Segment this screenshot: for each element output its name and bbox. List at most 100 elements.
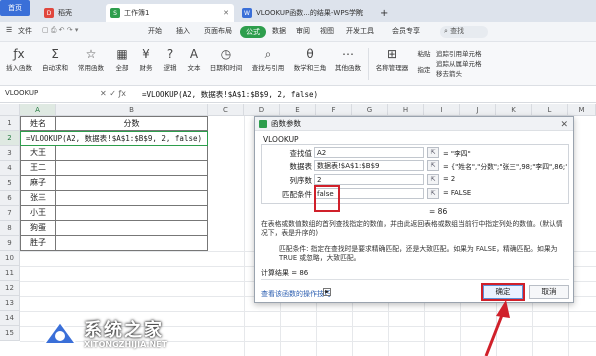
other-functions-button[interactable]: ⋯ 其他函数 xyxy=(330,46,366,72)
logic-button[interactable]: ? 逻辑 xyxy=(158,46,182,72)
math-button[interactable]: θ 数学和三角 xyxy=(290,46,330,72)
row-header[interactable]: 2 xyxy=(0,131,20,146)
home-tab[interactable]: 首页 xyxy=(0,0,30,16)
menu-file[interactable]: 文件 xyxy=(18,26,32,36)
name-manager-button[interactable]: ⊞ 名称管理器 xyxy=(372,46,412,72)
row-header[interactable]: 13 xyxy=(0,296,20,311)
cell-B4[interactable] xyxy=(56,161,208,176)
row-header[interactable]: 9 xyxy=(0,236,20,251)
trace-precedents-button[interactable]: 追踪引用单元格 xyxy=(436,48,496,58)
tab-workbook[interactable]: S 工作簿1 ✕ xyxy=(106,4,234,22)
new-tab-button[interactable]: + xyxy=(376,4,390,22)
range-select-icon[interactable]: ⇱ xyxy=(427,160,439,171)
col-header[interactable]: F xyxy=(316,104,352,116)
menu-view[interactable]: 视图 xyxy=(320,26,334,36)
all-functions-button[interactable]: ▦ 全部 xyxy=(110,46,134,72)
lookup-button[interactable]: ⌕ 查找与引用 xyxy=(248,46,288,72)
cell-A1[interactable]: 姓名 xyxy=(20,116,56,131)
cell-A7[interactable]: 小王 xyxy=(20,206,56,221)
range-select-icon[interactable]: ⇱ xyxy=(427,188,439,199)
cell-B8[interactable] xyxy=(56,221,208,236)
finance-button[interactable]: ¥ 财务 xyxy=(134,46,158,72)
row-header[interactable]: 5 xyxy=(0,176,20,191)
menu-layout[interactable]: 页面布局 xyxy=(204,26,232,36)
dialog-title-bar[interactable]: 函数参数 ✕ xyxy=(255,117,573,131)
col-header[interactable]: D xyxy=(244,104,280,116)
menu-review[interactable]: 审阅 xyxy=(296,26,310,36)
video-icon[interactable]: ▶ xyxy=(323,288,331,296)
col-header[interactable]: K xyxy=(496,104,532,116)
col-header[interactable]: J xyxy=(460,104,496,116)
tab-web[interactable]: W VLOOKUP函数...的结果-WPS学院 ✕ xyxy=(238,4,366,22)
cell-A4[interactable]: 王二 xyxy=(20,161,56,176)
paste-button[interactable]: 粘贴 xyxy=(414,48,434,58)
table-array-input[interactable]: 数据表!$A$1:$B$9 xyxy=(314,160,424,171)
trace-dependents-button[interactable]: 追踪从属单元格 xyxy=(436,58,496,68)
cell-B9[interactable] xyxy=(56,236,208,251)
cell-B6[interactable] xyxy=(56,191,208,206)
formula-bar-icons[interactable]: ✕ ✓ ƒx xyxy=(100,89,126,98)
row-header[interactable]: 12 xyxy=(0,281,20,296)
menu-insert[interactable]: 插入 xyxy=(176,26,190,36)
col-index-input[interactable]: 2 xyxy=(314,174,424,185)
common-functions-button[interactable]: ☆ 常用函数 xyxy=(72,46,110,72)
col-header[interactable]: B xyxy=(56,104,208,116)
col-header[interactable]: H xyxy=(388,104,424,116)
menu-member[interactable]: 会员专享 xyxy=(392,26,420,36)
tab-label: 稻壳 xyxy=(58,9,72,17)
help-link[interactable]: 查看该函数的操作技巧 xyxy=(261,289,331,299)
row-header[interactable]: 1 xyxy=(0,116,20,131)
menu-dev[interactable]: 开发工具 xyxy=(346,26,374,36)
formula-content[interactable]: =VLOOKUP(A2, 数据表!$A$1:$B$9, 2, false) xyxy=(142,89,318,100)
remove-arrows-button[interactable]: 移去箭头 xyxy=(436,68,496,78)
cell-A5[interactable]: 麻子 xyxy=(20,176,56,191)
cell-B1[interactable]: 分数 xyxy=(56,116,208,131)
range-select-icon[interactable]: ⇱ xyxy=(427,174,439,185)
col-header[interactable]: E xyxy=(280,104,316,116)
range-select-icon[interactable]: ⇱ xyxy=(427,147,439,158)
quick-access-icons[interactable]: ▢ ⎙ ↶ ↷ ▾ xyxy=(42,26,78,35)
close-icon[interactable]: ✕ xyxy=(355,9,361,17)
cell-A8[interactable]: 狗蛋 xyxy=(20,221,56,236)
cell-B7[interactable] xyxy=(56,206,208,221)
row-header[interactable]: 8 xyxy=(0,221,20,236)
row-header[interactable]: 6 xyxy=(0,191,20,206)
col-header[interactable]: M xyxy=(568,104,596,116)
row-header[interactable]: 14 xyxy=(0,311,20,326)
insert-function-button[interactable]: ƒx 插入函数 xyxy=(2,46,36,72)
cell-A6[interactable]: 张三 xyxy=(20,191,56,206)
menu-data[interactable]: 数据 xyxy=(272,26,286,36)
cell-A9[interactable]: 胜子 xyxy=(20,236,56,251)
row-header[interactable]: 7 xyxy=(0,206,20,221)
autosum-button[interactable]: Σ 自动求和 xyxy=(38,46,72,72)
col-header[interactable]: G xyxy=(352,104,388,116)
col-header[interactable]: A xyxy=(20,104,56,116)
row-header[interactable]: 3 xyxy=(0,146,20,161)
close-icon[interactable]: ✕ xyxy=(223,9,229,17)
cell-B3[interactable] xyxy=(56,146,208,161)
corner-cell[interactable] xyxy=(0,104,20,116)
cell-A3[interactable]: 大王 xyxy=(20,146,56,161)
cell-A2-editing[interactable]: =VLOOKUP(A2, 数据表!$A$1:$B$9, 2, false) xyxy=(20,131,208,146)
search-button[interactable]: ⌕ 查找 xyxy=(440,26,488,38)
row-header[interactable]: 11 xyxy=(0,266,20,281)
lookup-value-input[interactable]: A2 xyxy=(314,147,424,158)
col-header[interactable]: L xyxy=(532,104,568,116)
row-header[interactable]: 10 xyxy=(0,251,20,266)
col-header[interactable]: I xyxy=(424,104,460,116)
specify-button[interactable]: 指定 xyxy=(414,64,434,74)
name-box[interactable]: VLOOKUP xyxy=(2,89,82,101)
col-header[interactable]: C xyxy=(208,104,244,116)
row-header[interactable]: 4 xyxy=(0,161,20,176)
menu-home[interactable]: 开始 xyxy=(148,26,162,36)
hamburger-icon[interactable]: ☰ xyxy=(6,26,12,34)
ribbon-label: 追踪引用单元格 xyxy=(436,50,482,58)
datetime-button[interactable]: ◷ 日期和时间 xyxy=(206,46,246,72)
menu-formula[interactable]: 公式 xyxy=(240,26,266,38)
cell-B5[interactable] xyxy=(56,176,208,191)
close-icon[interactable]: ✕ xyxy=(560,118,568,132)
text-button[interactable]: A 文本 xyxy=(182,46,206,72)
cancel-button[interactable]: 取消 xyxy=(529,285,569,299)
row-header[interactable]: 15 xyxy=(0,326,20,341)
tab-daoke[interactable]: D 稻壳 xyxy=(40,4,102,22)
